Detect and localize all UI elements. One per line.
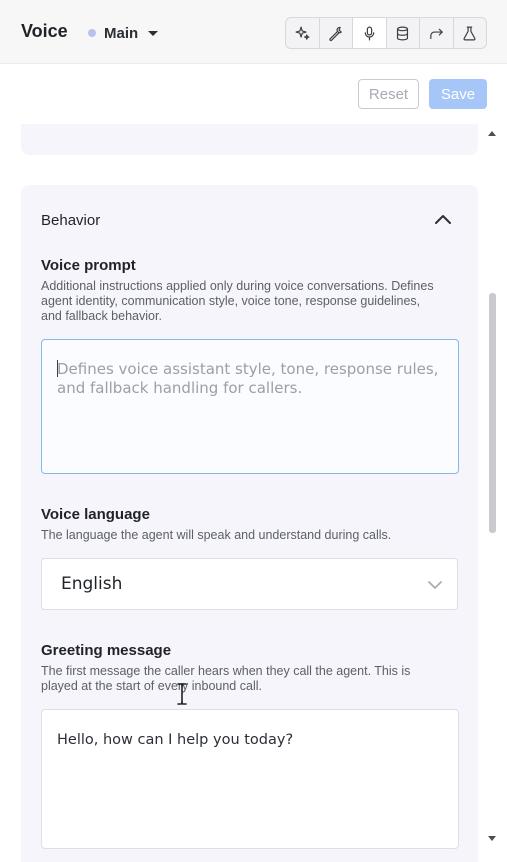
greeting-message-value: Hello, how can I help you today? — [57, 732, 294, 748]
section-title: Behavior — [41, 212, 101, 229]
save-button[interactable]: Save — [429, 79, 487, 109]
branch-status-dot — [88, 29, 96, 37]
greeting-message-textarea[interactable]: Hello, how can I help you today? — [41, 709, 459, 849]
voice-language-description: The language the agent will speak and un… — [41, 528, 392, 542]
scrollbar-thumb[interactable] — [489, 293, 496, 533]
chevron-down-icon — [148, 30, 159, 36]
voice-prompt-textarea[interactable]: Defines voice assistant style, tone, res… — [41, 339, 459, 474]
branch-label: Main — [104, 24, 139, 42]
scroll-down-arrow-icon[interactable] — [488, 836, 496, 841]
chevron-up-icon[interactable] — [433, 211, 453, 227]
behavior-section: Behavior Voice prompt Additional instruc… — [21, 185, 478, 862]
greeting-message-description: The first message the caller hears when … — [41, 664, 411, 693]
voice-button[interactable] — [353, 18, 387, 48]
page-title: Voice — [21, 21, 68, 41]
flask-icon — [463, 26, 476, 40]
database-icon — [397, 26, 409, 40]
sparkles-icon — [295, 26, 310, 40]
chevron-down-icon — [428, 581, 442, 589]
voice-language-value: English — [61, 574, 123, 594]
microphone-icon — [364, 26, 375, 40]
text-cursor-icon — [177, 683, 187, 705]
sparkles-button[interactable] — [286, 18, 320, 48]
previous-section-card — [21, 124, 478, 155]
forward-arrow-icon — [429, 28, 443, 39]
voice-prompt-description: Additional instructions applied only dur… — [41, 279, 434, 323]
branch-selector[interactable]: Main — [88, 23, 159, 43]
voice-language-select[interactable]: English — [41, 558, 458, 610]
wrench-icon — [329, 26, 343, 41]
reset-button[interactable]: Reset — [358, 79, 419, 109]
greeting-message-label: Greeting message — [41, 642, 172, 659]
app-header: Voice Main — [0, 0, 507, 64]
voice-prompt-label: Voice prompt — [41, 257, 136, 274]
scroll-up-arrow-icon[interactable] — [488, 131, 496, 136]
voice-prompt-placeholder: Defines voice assistant style, tone, res… — [57, 360, 444, 397]
mode-toolbar — [285, 17, 487, 49]
voice-language-label: Voice language — [41, 506, 150, 523]
tools-button[interactable] — [320, 18, 353, 48]
test-button[interactable] — [454, 18, 487, 48]
data-button[interactable] — [387, 18, 420, 48]
forward-button[interactable] — [420, 18, 454, 48]
settings-scroll-area[interactable]: Behavior Voice prompt Additional instruc… — [0, 124, 507, 862]
